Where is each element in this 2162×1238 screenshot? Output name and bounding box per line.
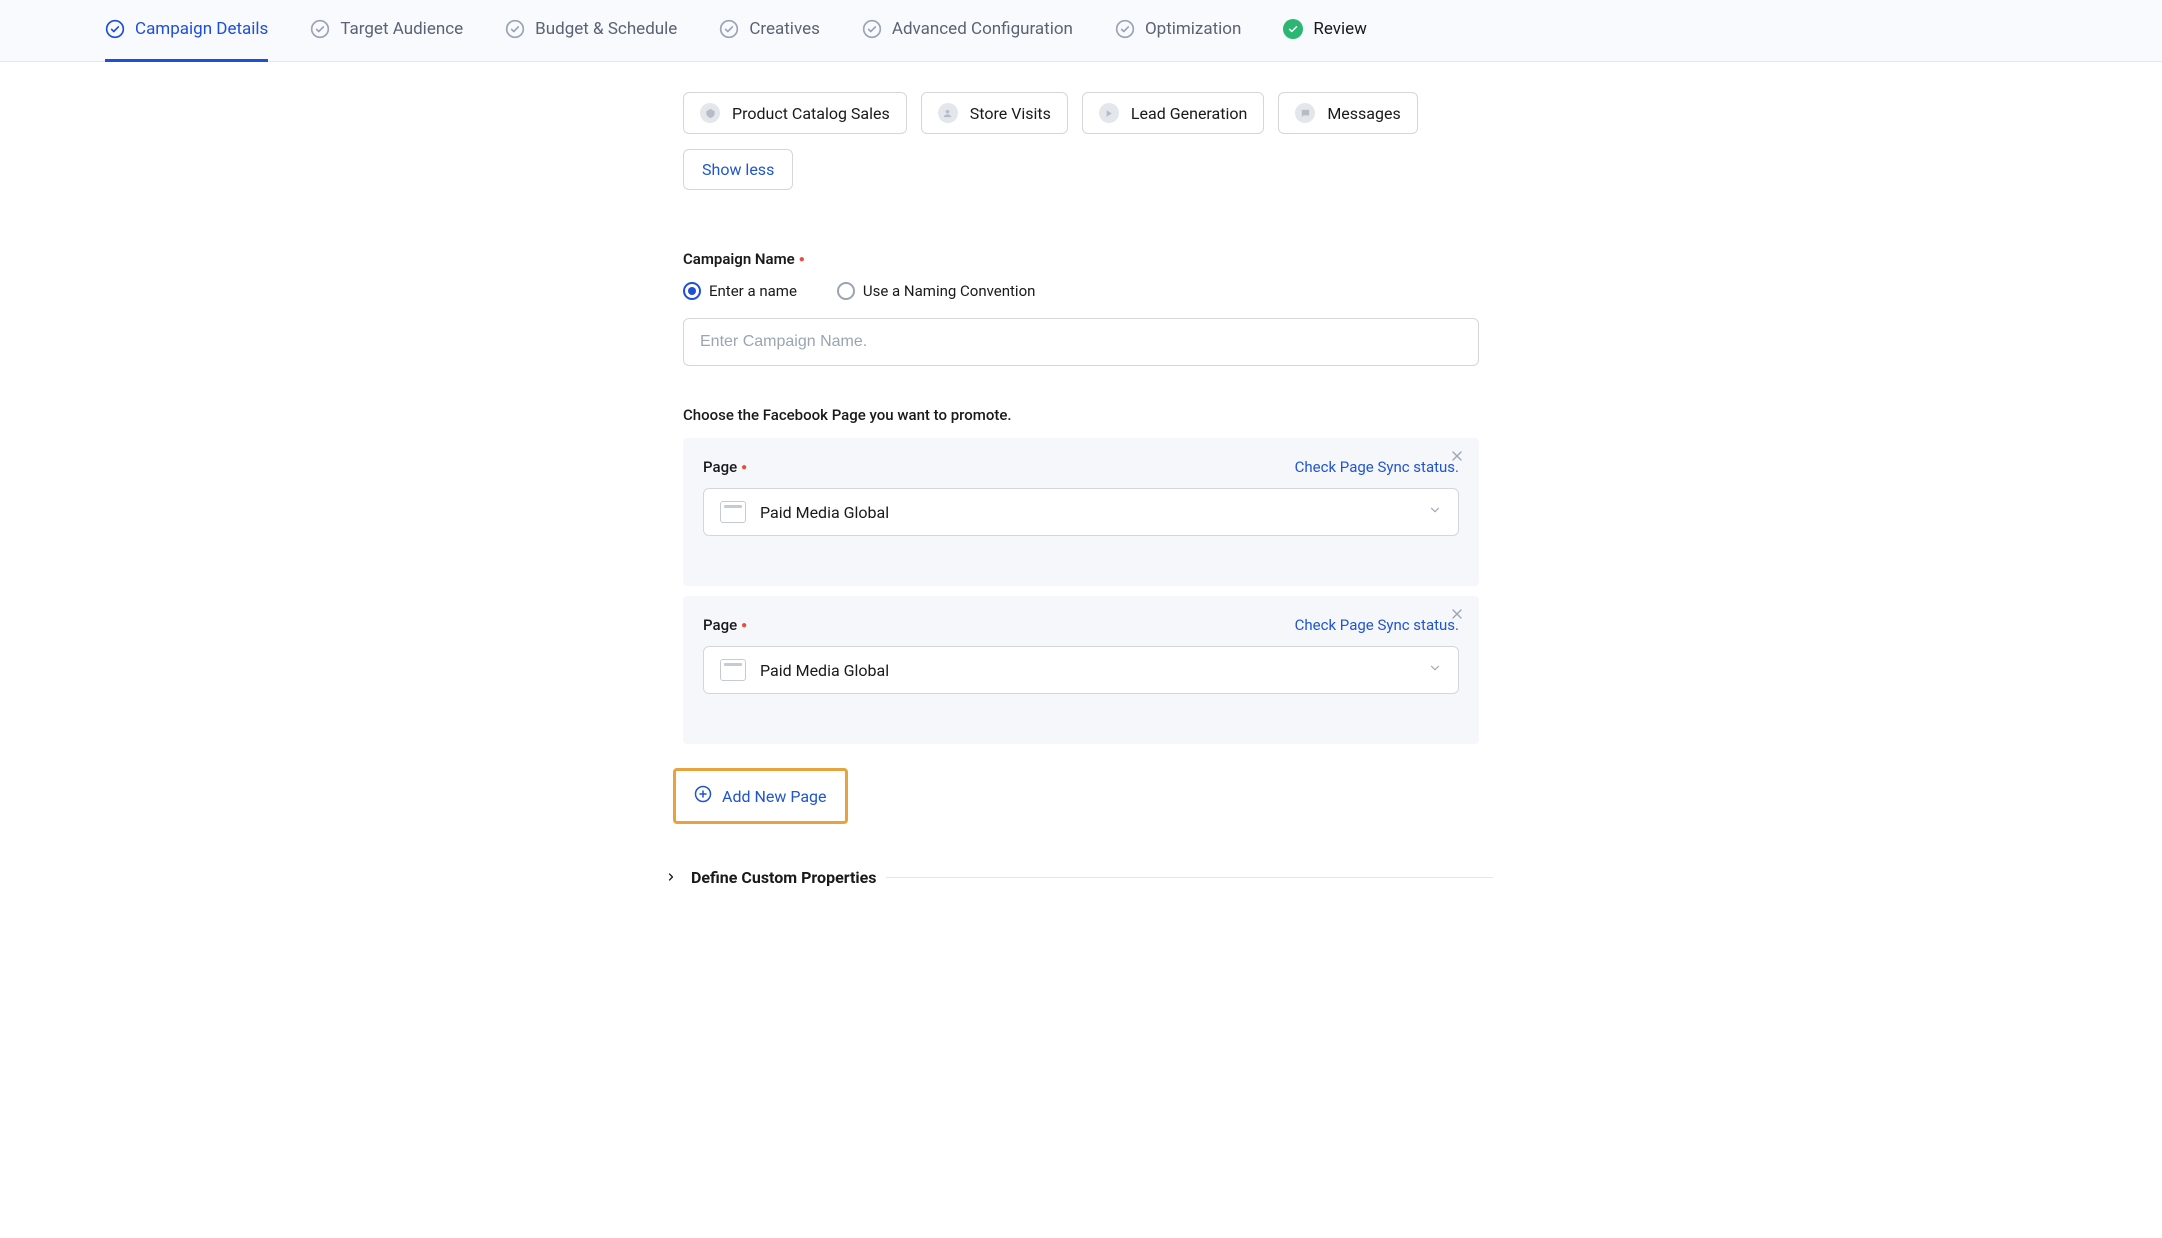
radio-naming-convention[interactable]: Use a Naming Convention [837,282,1036,300]
required-dot-icon: ● [741,462,747,473]
chevron-down-icon [1428,661,1442,679]
objective-store-visits[interactable]: Store Visits [921,92,1068,134]
tab-budget-schedule[interactable]: Budget & Schedule [505,0,677,62]
objective-label: Product Catalog Sales [732,104,890,123]
objective-row: Product Catalog Sales Store Visits Lead … [683,92,1479,134]
message-icon [1295,103,1315,123]
check-circle-icon [105,19,125,39]
tab-label: Campaign Details [135,19,268,39]
add-new-page-label: Add New Page [722,787,827,806]
required-dot-icon: ● [741,620,747,631]
tag-icon [700,103,720,123]
campaign-name-input[interactable] [683,318,1479,366]
page-select[interactable]: Paid Media Global [703,488,1459,536]
campaign-name-label: Campaign Name● [683,250,1479,268]
check-filled-icon [1283,19,1303,39]
objective-label: Store Visits [970,104,1051,123]
page-label: Page● [703,616,747,634]
user-icon [938,103,958,123]
campaign-name-radio-group: Enter a name Use a Naming Convention [683,282,1479,300]
page-select-value: Paid Media Global [760,661,889,680]
tab-advanced-configuration[interactable]: Advanced Configuration [862,0,1073,62]
play-icon [1099,103,1119,123]
tab-label: Advanced Configuration [892,19,1073,39]
objective-lead-generation[interactable]: Lead Generation [1082,92,1264,134]
check-circle-icon [310,19,330,39]
tab-label: Budget & Schedule [535,19,677,39]
tab-optimization[interactable]: Optimization [1115,0,1241,62]
define-custom-properties-toggle[interactable]: Define Custom Properties [665,868,876,887]
tab-label: Target Audience [340,19,463,39]
tab-label: Review [1313,19,1367,39]
check-circle-icon [1115,19,1135,39]
divider [886,877,1493,878]
chevron-down-icon [1428,503,1442,521]
objective-product-catalog-sales[interactable]: Product Catalog Sales [683,92,907,134]
add-new-page-button[interactable]: Add New Page [673,768,848,824]
page-section-heading: Choose the Facebook Page you want to pro… [683,406,1479,424]
check-circle-icon [719,19,739,39]
page-label: Page● [703,458,747,476]
check-circle-icon [505,19,525,39]
tab-label: Optimization [1145,19,1241,39]
required-dot-icon: ● [799,254,805,265]
radio-unchecked-icon [837,282,855,300]
page-select-value: Paid Media Global [760,503,889,522]
radio-checked-icon [683,282,701,300]
custom-properties-label: Define Custom Properties [691,868,876,887]
page-thumb-icon [720,659,746,681]
tab-campaign-details[interactable]: Campaign Details [105,0,268,62]
page-select[interactable]: Paid Media Global [703,646,1459,694]
check-circle-icon [862,19,882,39]
tab-creatives[interactable]: Creatives [719,0,820,62]
objective-label: Lead Generation [1131,104,1247,123]
close-icon[interactable] [1449,448,1465,468]
sync-status-link[interactable]: Check Page Sync status. [1295,458,1459,476]
page-card: Page● Check Page Sync status. Paid Media… [683,438,1479,586]
show-less-button[interactable]: Show less [683,149,793,190]
tabs-bar: Campaign Details Target Audience Budget … [0,0,2162,62]
page-thumb-icon [720,501,746,523]
sync-status-link[interactable]: Check Page Sync status. [1295,616,1459,634]
chevron-right-icon [665,868,677,887]
close-icon[interactable] [1449,606,1465,626]
objective-label: Messages [1327,104,1400,123]
radio-enter-name[interactable]: Enter a name [683,282,797,300]
radio-label: Enter a name [709,282,797,300]
objective-messages[interactable]: Messages [1278,92,1417,134]
show-less-label: Show less [702,160,774,179]
tab-target-audience[interactable]: Target Audience [310,0,463,62]
radio-label: Use a Naming Convention [863,282,1036,300]
plus-circle-icon [694,785,712,807]
tab-label: Creatives [749,19,820,39]
tab-review[interactable]: Review [1283,0,1367,62]
page-card: Page● Check Page Sync status. Paid Media… [683,596,1479,744]
